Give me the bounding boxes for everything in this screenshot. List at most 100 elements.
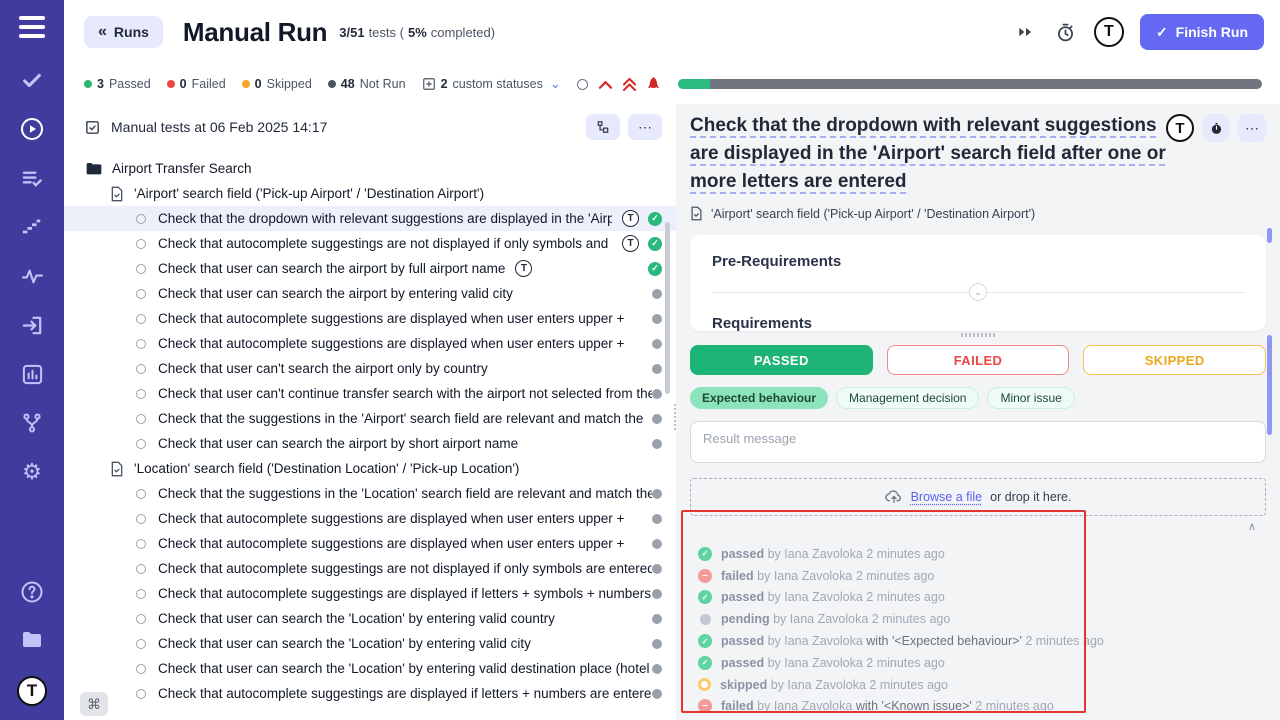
projects-folder-icon[interactable] xyxy=(20,628,44,652)
tree-suite[interactable]: 'Location' search field ('Destination Lo… xyxy=(64,456,676,481)
tag-management-decision[interactable]: Management decision xyxy=(836,387,979,409)
plans-list-check-icon[interactable] xyxy=(20,166,44,190)
test-circle-icon xyxy=(136,664,146,674)
activity-status-icon xyxy=(698,634,712,648)
test-row[interactable]: Check that the suggestions in the 'Locat… xyxy=(64,481,676,506)
test-logo-icon[interactable]: T xyxy=(1166,114,1194,142)
browse-file-link[interactable]: Browse a file xyxy=(911,490,983,504)
test-status-icon xyxy=(652,564,662,574)
test-tree-panel: Manual tests at 06 Feb 2025 14:17 ⋯ Airp… xyxy=(64,104,676,720)
activity-entry: passed by Iana Zavoloka 2 minutes ago xyxy=(698,652,1266,674)
activity-status-icon xyxy=(698,656,712,670)
splitter-grip[interactable] xyxy=(690,331,1266,339)
test-row[interactable]: Check that the dropdown with relevant su… xyxy=(64,206,676,231)
fast-forward-icon[interactable] xyxy=(1014,20,1038,44)
import-icon[interactable] xyxy=(20,313,44,337)
test-row[interactable]: Check that autocomplete suggestions are … xyxy=(64,506,676,531)
test-row[interactable]: Check that autocomplete suggestions are … xyxy=(64,306,676,331)
test-status-icon xyxy=(652,389,662,399)
skipped-button[interactable]: SKIPPED xyxy=(1083,345,1266,375)
collapse-activity-button[interactable]: ∧ xyxy=(690,516,1266,533)
tree-structure-icon xyxy=(596,120,610,134)
run-logo-icon[interactable]: T xyxy=(1094,17,1124,47)
test-row[interactable]: Check that user can't continue transfer … xyxy=(64,381,676,406)
check-icon: ✓ xyxy=(1156,24,1168,41)
hamburger-menu-icon[interactable] xyxy=(19,16,45,38)
stopwatch-icon xyxy=(1210,122,1223,135)
priority-normal-icon[interactable] xyxy=(577,79,588,90)
back-to-runs-button[interactable]: « Runs xyxy=(84,16,163,48)
test-row[interactable]: Check that autocomplete suggestions are … xyxy=(64,531,676,556)
priority-higher-icon[interactable] xyxy=(623,78,636,91)
reports-chart-icon[interactable] xyxy=(20,362,44,386)
test-row[interactable]: Check that user can search the airport b… xyxy=(64,431,676,456)
test-timer-button[interactable] xyxy=(1202,114,1230,142)
test-circle-icon xyxy=(136,289,146,299)
test-circle-icon xyxy=(136,239,146,249)
priority-high-icon[interactable] xyxy=(599,80,612,89)
skipped-dot-icon xyxy=(242,80,250,88)
test-status-icon xyxy=(652,439,662,449)
command-shortcut-badge[interactable]: ⌘ xyxy=(80,692,108,716)
test-row[interactable]: Check that user can search the airport b… xyxy=(64,256,676,281)
skipped-count: 0Skipped xyxy=(242,77,312,91)
run-progress-bar[interactable] xyxy=(678,79,1262,89)
file-dropzone[interactable]: Browse a file or drop it here. xyxy=(690,478,1266,516)
tree-view-button[interactable] xyxy=(586,114,620,140)
activity-pulse-icon[interactable] xyxy=(20,264,44,288)
status-bar: 3Passed 0Failed 0Skipped 48Not Run 2cust… xyxy=(64,64,1280,104)
branch-icon[interactable] xyxy=(20,411,44,435)
run-progress-fill xyxy=(678,79,711,89)
test-title[interactable]: Check that the dropdown with relevant su… xyxy=(690,112,1166,196)
custom-statuses-toggle[interactable]: 2custom statuses ⌄ xyxy=(422,76,565,92)
test-row[interactable]: Check that user can't search the airport… xyxy=(64,356,676,381)
suite-breadcrumb[interactable]: 'Airport' search field ('Pick-up Airport… xyxy=(690,206,1266,221)
detail-scrollbar-mid[interactable] xyxy=(1267,335,1272,435)
priority-critical-rocket-icon[interactable] xyxy=(647,77,660,92)
activity-status-icon xyxy=(700,614,711,625)
tests-check-icon[interactable] xyxy=(20,68,44,92)
timer-icon[interactable] xyxy=(1054,20,1078,44)
steps-icon[interactable] xyxy=(20,215,44,239)
test-status-icon xyxy=(652,339,662,349)
activity-entry: passed by Iana Zavoloka 2 minutes ago xyxy=(698,587,1266,609)
activity-log: passed by Iana Zavoloka 2 minutes ago fa… xyxy=(690,535,1266,720)
tree-folder[interactable]: Airport Transfer Search xyxy=(64,156,676,181)
tree-more-button[interactable]: ⋯ xyxy=(628,114,662,140)
checklist-icon xyxy=(84,119,101,136)
tree-scrollbar[interactable] xyxy=(665,222,670,394)
test-status-icon xyxy=(652,639,662,649)
test-row[interactable]: Check that autocomplete suggestings are … xyxy=(64,581,676,606)
result-message-input[interactable] xyxy=(690,421,1266,463)
test-circle-icon xyxy=(136,439,146,449)
tag-minor-issue[interactable]: Minor issue xyxy=(987,387,1074,409)
finish-run-button[interactable]: ✓ Finish Run xyxy=(1140,14,1264,50)
failed-button[interactable]: FAILED xyxy=(887,345,1070,375)
pre-requirements-heading: Pre-Requirements xyxy=(712,253,1244,270)
runs-play-icon[interactable] xyxy=(20,117,44,141)
section-collapse-button[interactable]: ⌄ xyxy=(969,283,987,301)
test-more-button[interactable]: ⋯ xyxy=(1238,114,1266,142)
detail-scrollbar-top[interactable] xyxy=(1267,228,1272,243)
test-row[interactable]: Check that autocomplete suggestings are … xyxy=(64,681,676,706)
test-row[interactable]: Check that user can search the airport b… xyxy=(64,281,676,306)
passed-button[interactable]: PASSED xyxy=(690,345,873,375)
test-row[interactable]: Check that user can search the 'Location… xyxy=(64,656,676,681)
test-row[interactable]: Check that user can search the 'Location… xyxy=(64,606,676,631)
failed-dot-icon xyxy=(167,80,175,88)
test-row[interactable]: Check that autocomplete suggestings are … xyxy=(64,556,676,581)
test-circle-icon xyxy=(136,214,146,224)
test-row[interactable]: Check that autocomplete suggestings are … xyxy=(64,231,676,256)
test-row[interactable]: Check that user can search the 'Location… xyxy=(64,631,676,656)
tree-suite[interactable]: 'Airport' search field ('Pick-up Airport… xyxy=(64,181,676,206)
testomat-logo[interactable]: T xyxy=(17,676,47,706)
file-icon xyxy=(690,206,703,221)
test-row[interactable]: Check that the suggestions in the 'Airpo… xyxy=(64,406,676,431)
settings-gear-icon[interactable]: ⚙ xyxy=(20,460,44,484)
tag-expected-behaviour[interactable]: Expected behaviour xyxy=(690,387,828,409)
sidebar: ⚙ T xyxy=(0,0,64,720)
folder-icon xyxy=(86,162,102,176)
help-icon[interactable] xyxy=(20,580,44,604)
automated-t-icon: T xyxy=(515,260,532,277)
test-row[interactable]: Check that autocomplete suggestions are … xyxy=(64,331,676,356)
